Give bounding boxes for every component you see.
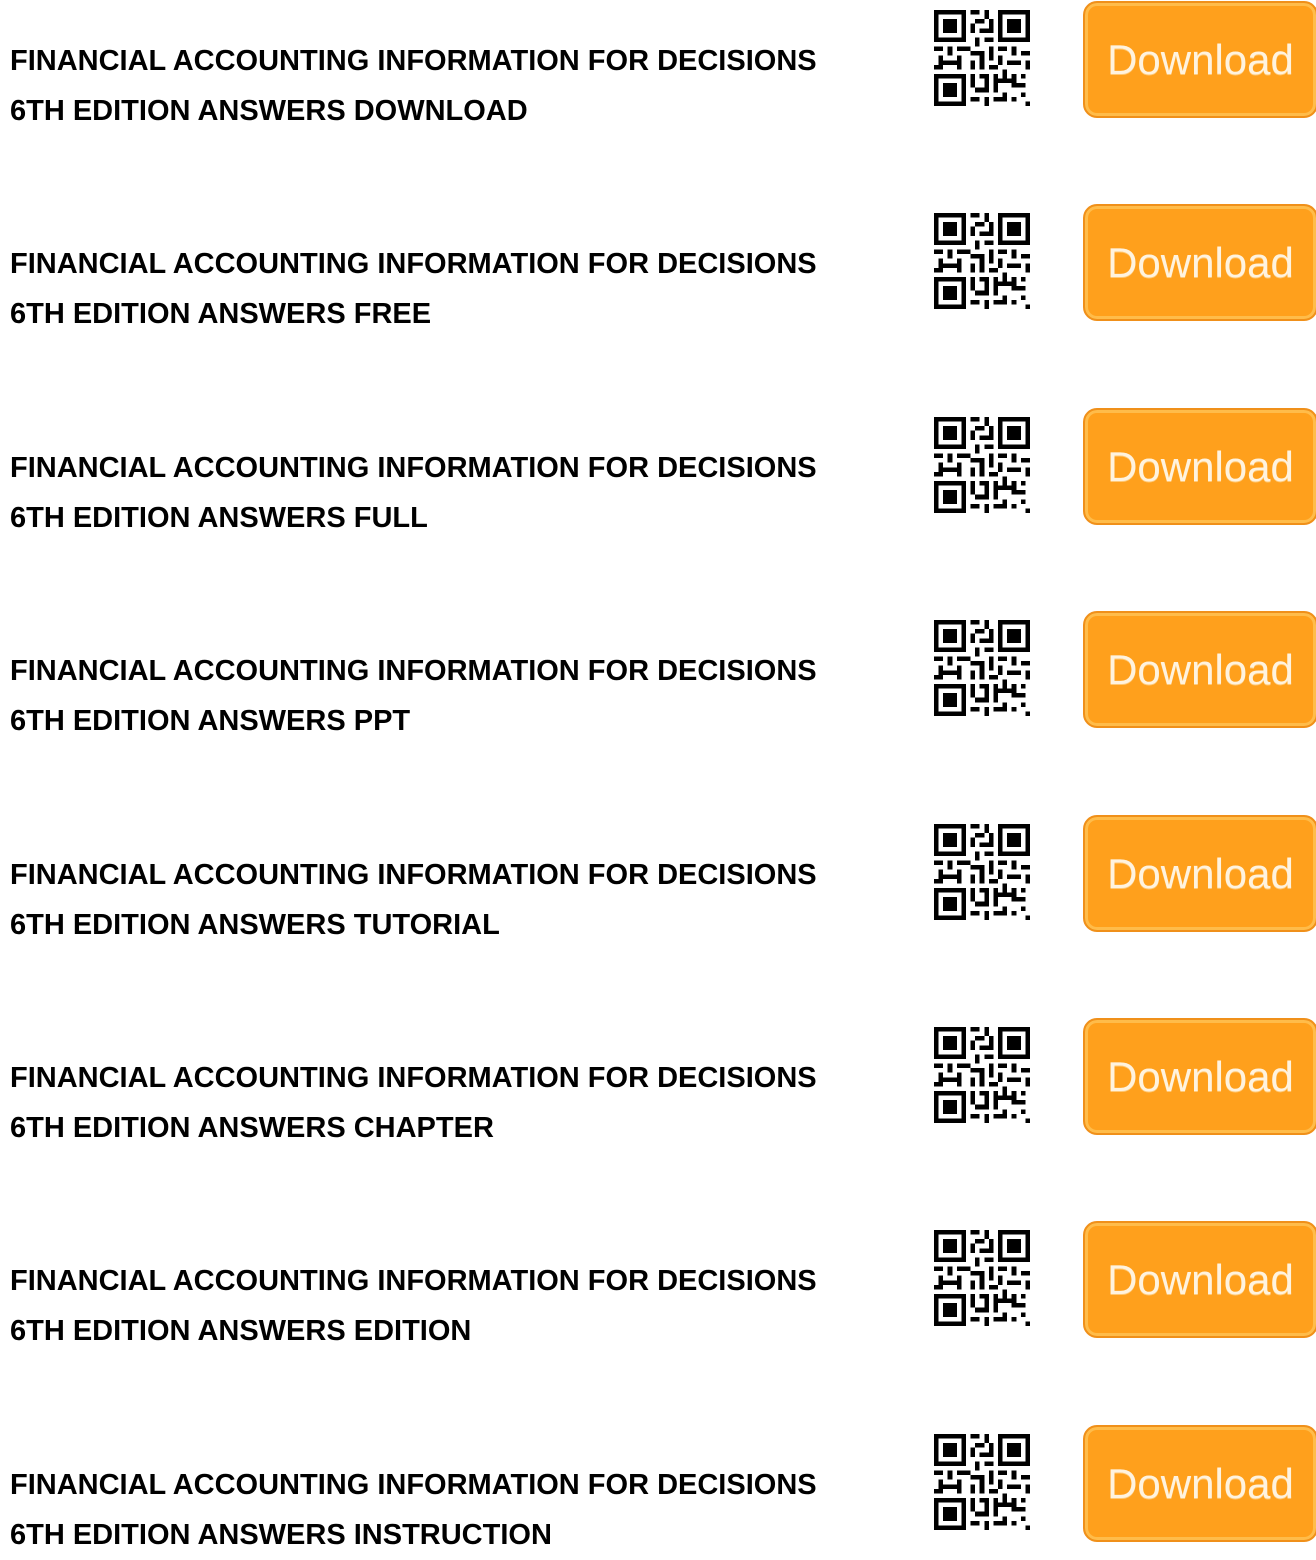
qr-code-icon [934, 10, 1030, 106]
download-button[interactable]: Download [1083, 1, 1316, 118]
entry-title-line-1: FINANCIAL ACCOUNTING INFORMATION FOR DEC… [10, 248, 817, 281]
entry-title-line-1: FINANCIAL ACCOUNTING INFORMATION FOR DEC… [10, 1265, 817, 1298]
list-item: FINANCIAL ACCOUNTING INFORMATION FOR DEC… [0, 1220, 1316, 1347]
download-button[interactable]: Download [1083, 1018, 1316, 1135]
list-item: FINANCIAL ACCOUNTING INFORMATION FOR DEC… [0, 203, 1316, 330]
entry-title-line-1: FINANCIAL ACCOUNTING INFORMATION FOR DEC… [10, 451, 817, 484]
entry-title: FINANCIAL ACCOUNTING INFORMATION FOR DEC… [10, 443, 910, 543]
list-item: FINANCIAL ACCOUNTING INFORMATION FOR DEC… [0, 407, 1316, 534]
qr-code-icon [934, 416, 1030, 513]
entry-title-line-2: 6TH EDITION ANSWERS FULL [10, 501, 428, 534]
download-button[interactable]: Download [1083, 1221, 1316, 1339]
qr-code-icon [934, 823, 1030, 920]
entry-title: FINANCIAL ACCOUNTING INFORMATION FOR DEC… [10, 36, 910, 136]
entry-title: FINANCIAL ACCOUNTING INFORMATION FOR DEC… [10, 1256, 910, 1356]
entry-title-line-1: FINANCIAL ACCOUNTING INFORMATION FOR DEC… [10, 45, 817, 77]
entry-title-line-2: 6TH EDITION ANSWERS CHAPTER [10, 1112, 494, 1144]
list-item: FINANCIAL ACCOUNTING INFORMATION FOR DEC… [0, 610, 1316, 737]
download-button[interactable]: Download [1083, 407, 1316, 525]
list-item: FINANCIAL ACCOUNTING INFORMATION FOR DEC… [0, 1017, 1316, 1144]
qr-code-icon [934, 1433, 1030, 1530]
qr-code-icon [934, 213, 1030, 310]
entry-title: FINANCIAL ACCOUNTING INFORMATION FOR DEC… [10, 646, 910, 746]
list-item: FINANCIAL ACCOUNTING INFORMATION FOR DEC… [0, 814, 1316, 941]
list-item: FINANCIAL ACCOUNTING INFORMATION FOR DEC… [0, 1424, 1316, 1551]
entry-title: FINANCIAL ACCOUNTING INFORMATION FOR DEC… [10, 850, 910, 950]
download-button[interactable]: Download [1083, 1424, 1316, 1542]
entry-title-line-2: 6TH EDITION ANSWERS INSTRUCTION [10, 1518, 552, 1551]
download-button[interactable]: Download [1083, 611, 1316, 729]
entry-title-line-1: FINANCIAL ACCOUNTING INFORMATION FOR DEC… [10, 1468, 817, 1501]
download-button[interactable]: Download [1083, 204, 1316, 322]
qr-code-icon [934, 1027, 1030, 1123]
entry-title-line-2: 6TH EDITION ANSWERS FREE [10, 298, 432, 331]
entry-title-line-1: FINANCIAL ACCOUNTING INFORMATION FOR DEC… [10, 858, 817, 891]
entry-title-line-2: 6TH EDITION ANSWERS DOWNLOAD [10, 95, 528, 127]
entry-title-line-1: FINANCIAL ACCOUNTING INFORMATION FOR DEC… [10, 1062, 817, 1094]
download-button[interactable]: Download [1083, 814, 1316, 932]
qr-code-icon [934, 1230, 1030, 1327]
entry-title-line-1: FINANCIAL ACCOUNTING INFORMATION FOR DEC… [10, 655, 817, 688]
entry-title: FINANCIAL ACCOUNTING INFORMATION FOR DEC… [10, 1053, 910, 1153]
list-item: FINANCIAL ACCOUNTING INFORMATION FOR DEC… [0, 0, 1316, 127]
entry-title-line-2: 6TH EDITION ANSWERS EDITION [10, 1315, 472, 1348]
qr-code-icon [934, 620, 1030, 717]
entry-title-line-2: 6TH EDITION ANSWERS TUTORIAL [10, 908, 500, 941]
entry-title: FINANCIAL ACCOUNTING INFORMATION FOR DEC… [10, 239, 910, 339]
entry-title-line-2: 6TH EDITION ANSWERS PPT [10, 705, 411, 738]
